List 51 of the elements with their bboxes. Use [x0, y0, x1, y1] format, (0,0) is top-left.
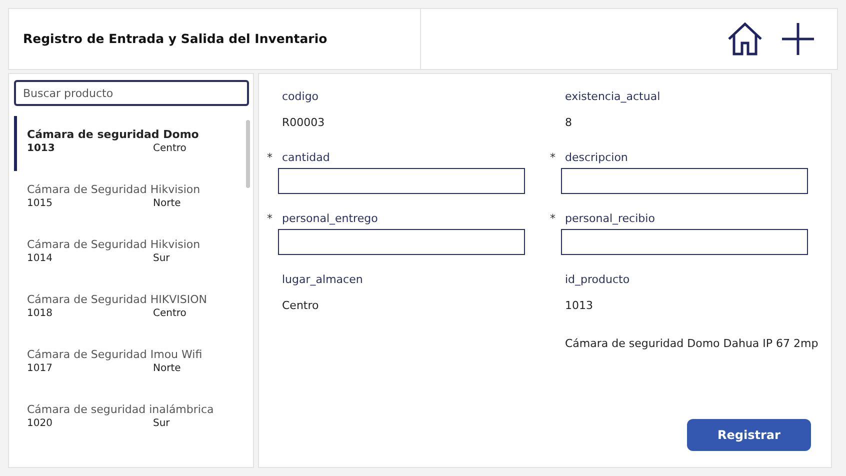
product-id: 1013 [27, 142, 56, 156]
field-label: cantidad [282, 151, 330, 166]
product-location: Sur [153, 417, 170, 431]
field-value: 8 [565, 116, 573, 130]
add-icon[interactable] [781, 22, 815, 56]
input-field[interactable] [278, 229, 525, 255]
product-id: 1014 [27, 252, 54, 266]
product-item[interactable]: Cámara de Seguridad Hikvision 1014 Sur [14, 226, 242, 281]
product-name: Cámara de Seguridad Hikvision [27, 238, 200, 251]
input-field[interactable] [278, 168, 525, 194]
field-value: R00003 [282, 116, 326, 130]
product-location: Norte [153, 197, 181, 211]
required-mark: * [550, 151, 556, 165]
product-location: Norte [153, 362, 181, 376]
home-icon[interactable] [727, 22, 763, 56]
product-location: Centro [153, 142, 186, 156]
field-label: personal_entrego [282, 212, 378, 227]
field-label: personal_recibio [565, 212, 655, 227]
product-item[interactable]: Cámara de seguridad Domo 1013 Centro [14, 116, 242, 171]
product-name: Cámara de Seguridad Hikvision [27, 183, 200, 196]
input-field[interactable] [561, 168, 808, 194]
field-label: descripcion [565, 151, 628, 166]
product-id: 1020 [27, 417, 54, 431]
field-label: existencia_actual [565, 90, 662, 105]
input-field[interactable] [561, 229, 808, 255]
product-item[interactable]: Cámara de seguridad inalámbrica 1020 Sur [14, 391, 242, 446]
field-label: codigo [282, 90, 320, 105]
field-label: lugar_almacen [282, 273, 364, 288]
required-mark: * [267, 212, 272, 226]
product-item[interactable]: Cámara de Seguridad Imou Wifi 1017 Norte [14, 336, 242, 391]
required-mark: * [550, 212, 556, 226]
scrollbar-thumb[interactable] [246, 120, 250, 188]
register-button[interactable]: Registrar [687, 419, 811, 451]
product-name: Cámara de seguridad inalámbrica [27, 403, 214, 416]
product-name: Cámara de Seguridad Imou Wifi [27, 348, 202, 361]
field-value: 1013 [565, 299, 594, 313]
product-id: 1017 [27, 362, 54, 376]
product-location: Centro [153, 307, 186, 321]
product-id: 1018 [27, 307, 54, 321]
page-title: Registro de Entrada y Salida del Inventario [23, 30, 328, 48]
product-name: Cámara de Seguridad HIKVISION [27, 293, 207, 306]
field-label: id_producto [565, 273, 631, 288]
product-item[interactable]: Cámara de Seguridad HIKVISION 1018 Centro [14, 281, 242, 336]
required-mark: * [267, 151, 272, 165]
product-item[interactable]: Cámara de Seguridad Hikvision 1015 Norte [14, 171, 242, 226]
product-id: 1015 [27, 197, 54, 211]
product-location: Sur [153, 252, 170, 266]
field-value: Centro [282, 299, 320, 313]
search-field[interactable]: Buscar producto [14, 80, 249, 106]
product-name: Cámara de seguridad Domo [27, 128, 199, 141]
product-description: Cámara de seguridad Domo Dahua IP 67 2mp [565, 336, 820, 352]
